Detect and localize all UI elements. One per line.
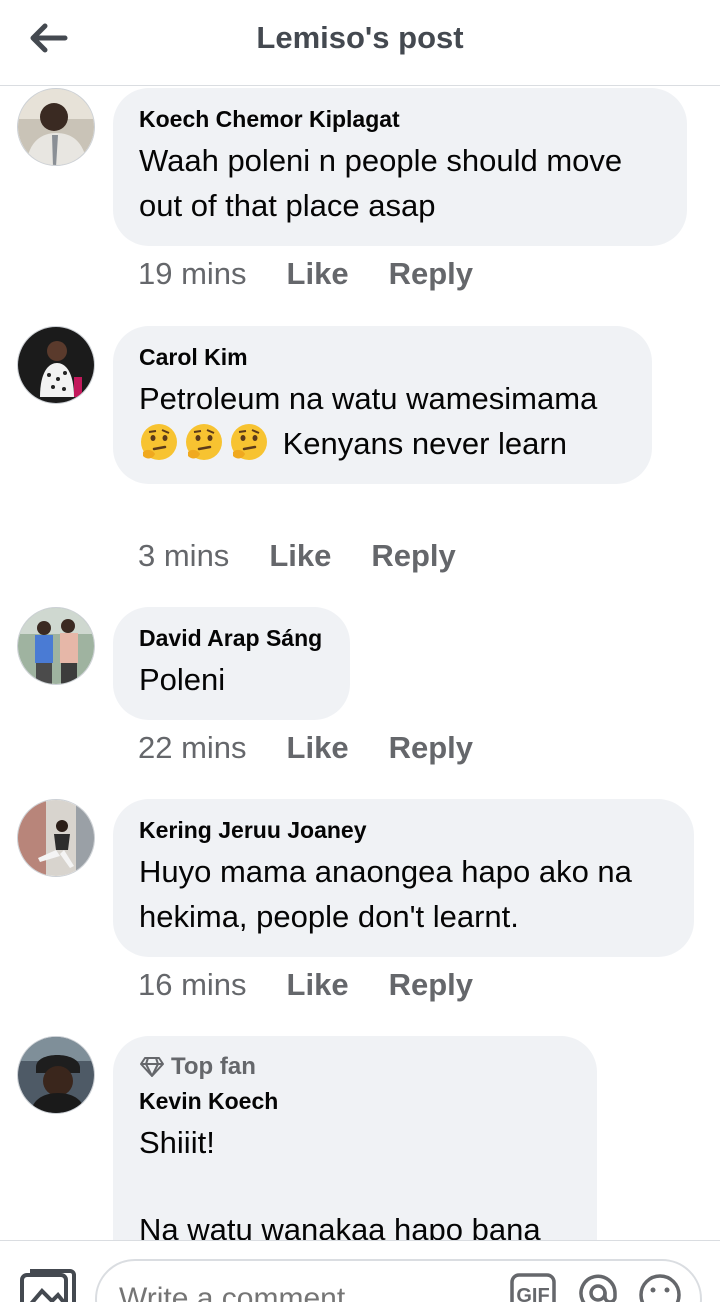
comment-actions: 3 mins Like Reply bbox=[138, 538, 496, 574]
emoji-button[interactable] bbox=[638, 1273, 682, 1302]
photo-icon bbox=[20, 1269, 76, 1302]
comment-actions: 16 mins Like Reply bbox=[138, 967, 513, 1003]
comments-feed[interactable]: Koech Chemor Kiplagat Waah poleni n peop… bbox=[0, 86, 720, 1240]
like-button[interactable]: Like bbox=[269, 538, 331, 574]
avatar[interactable] bbox=[17, 607, 95, 685]
comment-actions: 19 mins Like Reply bbox=[138, 256, 513, 292]
like-button[interactable]: Like bbox=[287, 256, 349, 292]
comment-text: Shiiit! Na watu wanakaa hapo bana bbox=[139, 1120, 571, 1240]
avatar[interactable] bbox=[17, 326, 95, 404]
comment-bubble[interactable]: Koech Chemor Kiplagat Waah poleni n peop… bbox=[113, 88, 687, 246]
comment-bubble[interactable]: Carol Kim Petroleum na watu wamesimama K… bbox=[113, 326, 652, 484]
reply-button[interactable]: Reply bbox=[389, 730, 473, 766]
like-button[interactable]: Like bbox=[287, 967, 349, 1003]
avatar[interactable] bbox=[17, 799, 95, 877]
comment-text-end: Kenyans never learn bbox=[282, 426, 567, 461]
avatar[interactable] bbox=[17, 1036, 95, 1114]
comment-text: Petroleum na watu wamesimama Kenyans nev… bbox=[139, 376, 626, 466]
thinking-face-icon bbox=[141, 424, 177, 460]
reply-button[interactable]: Reply bbox=[389, 256, 473, 292]
smiley-icon bbox=[639, 1274, 681, 1302]
like-button[interactable]: Like bbox=[287, 730, 349, 766]
comment-text-start: Petroleum na watu wamesimama bbox=[139, 381, 598, 416]
gif-label: GIF bbox=[516, 1285, 549, 1302]
reply-button[interactable]: Reply bbox=[371, 538, 455, 574]
gif-icon: GIF bbox=[510, 1273, 556, 1302]
comment-text-line: Na watu wanakaa hapo bana bbox=[139, 1212, 541, 1240]
thinking-face-icon bbox=[186, 424, 222, 460]
top-fan-label: Top fan bbox=[171, 1053, 256, 1080]
comment-author[interactable]: Kevin Koech bbox=[139, 1086, 571, 1116]
gif-button[interactable]: GIF bbox=[510, 1273, 556, 1302]
comment-text-line: Shiiit! bbox=[139, 1125, 215, 1160]
comment-composer: GIF bbox=[0, 1240, 720, 1302]
top-fan-badge: Top fan bbox=[139, 1052, 571, 1082]
comment-timestamp: 16 mins bbox=[138, 967, 247, 1002]
comment-timestamp: 22 mins bbox=[138, 730, 247, 765]
comment-text: Huyo mama anaongea hapo ako na hekima, p… bbox=[139, 854, 632, 934]
comment-bubble[interactable]: Top fan Kevin Koech Shiiit! Na watu wana… bbox=[113, 1036, 597, 1240]
page-title: Lemiso's post bbox=[256, 20, 464, 55]
comment-text: Waah poleni n people should move out of … bbox=[139, 143, 623, 223]
comment-author[interactable]: Carol Kim bbox=[139, 342, 626, 372]
comment-bubble[interactable]: David Arap Sáng Poleni bbox=[113, 607, 350, 720]
photo-button[interactable] bbox=[20, 1269, 76, 1302]
thinking-face-icon bbox=[231, 424, 267, 460]
at-sign-icon bbox=[579, 1274, 617, 1302]
comment-author[interactable]: David Arap Sáng bbox=[139, 623, 324, 653]
diamond-icon bbox=[140, 1057, 164, 1077]
comment-author[interactable]: Kering Jeruu Joaney bbox=[139, 815, 668, 845]
header-bar: Lemiso's post bbox=[0, 0, 720, 86]
comment-author[interactable]: Koech Chemor Kiplagat bbox=[139, 104, 661, 134]
avatar[interactable] bbox=[17, 88, 95, 166]
comment-actions: 22 mins Like Reply bbox=[138, 730, 513, 766]
comment-text: Poleni bbox=[139, 662, 226, 697]
mention-button[interactable] bbox=[578, 1273, 618, 1302]
comment-timestamp: 19 mins bbox=[138, 256, 247, 291]
comment-timestamp: 3 mins bbox=[138, 538, 230, 573]
reply-button[interactable]: Reply bbox=[389, 967, 473, 1003]
comment-bubble[interactable]: Kering Jeruu Joaney Huyo mama anaongea h… bbox=[113, 799, 694, 957]
